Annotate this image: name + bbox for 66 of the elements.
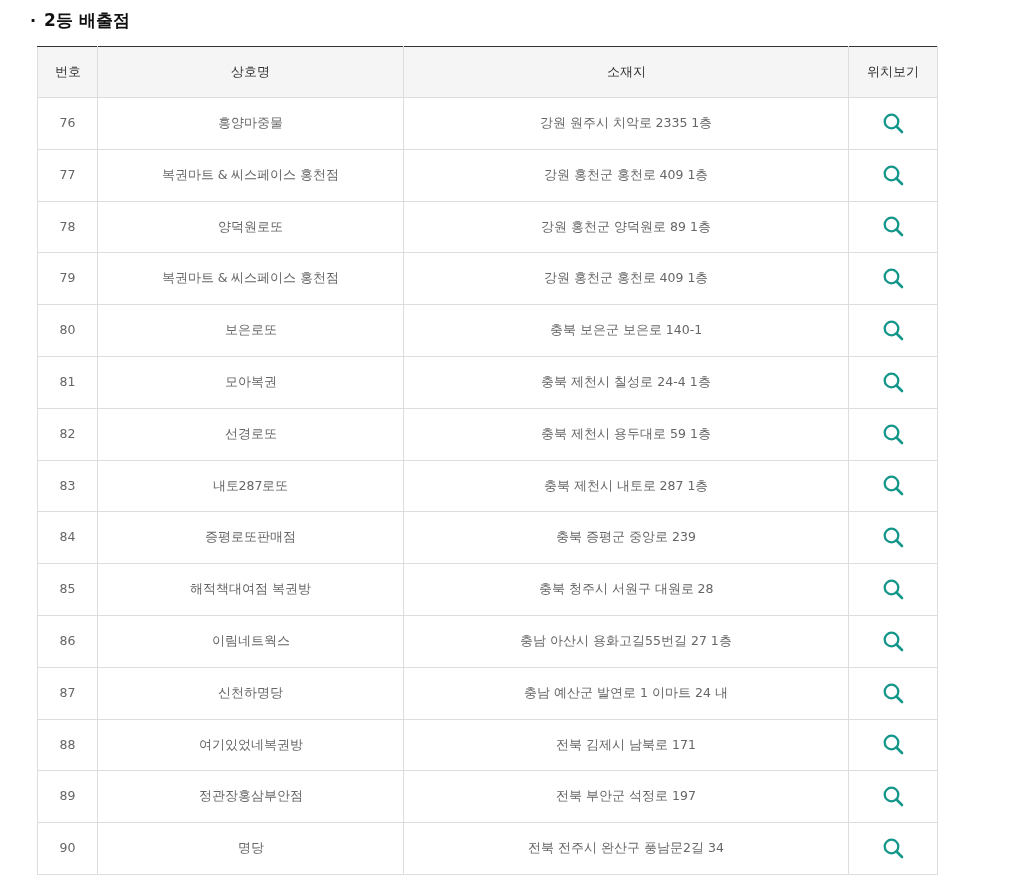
shop-name: 선경로또 (97, 408, 404, 461)
search-icon[interactable] (882, 371, 904, 393)
search-icon[interactable] (882, 423, 904, 445)
shop-address: 충북 증평군 중앙로 239 (403, 511, 849, 564)
search-icon[interactable] (882, 527, 904, 549)
shop-address: 전북 김제시 남북로 171 (403, 719, 849, 771)
column-header: 소재지 (403, 46, 849, 98)
search-icon[interactable] (882, 475, 904, 497)
search-icon[interactable] (882, 630, 904, 652)
title-bullet: · (30, 10, 37, 32)
row-number: 89 (37, 770, 98, 823)
shop-address: 충북 제천시 내토로 287 1층 (403, 460, 849, 512)
column-header: 위치보기 (848, 46, 938, 98)
search-icon[interactable] (882, 164, 904, 186)
row-number: 81 (37, 356, 98, 409)
shop-name: 정관장홍삼부안점 (97, 770, 404, 823)
shop-address: 강원 홍천군 홍천로 409 1층 (403, 149, 849, 202)
row-number: 84 (37, 511, 98, 564)
shop-address: 충북 제천시 용두대로 59 1층 (403, 408, 849, 461)
search-icon[interactable] (882, 734, 904, 756)
row-number: 88 (37, 719, 98, 771)
row-number: 87 (37, 667, 98, 720)
row-number: 83 (37, 460, 98, 512)
shop-name: 이림네트웍스 (97, 615, 404, 668)
shop-address: 충북 보은군 보은로 140-1 (403, 304, 849, 357)
shop-address: 전북 부안군 석정로 197 (403, 770, 849, 823)
shop-name: 내토287로또 (97, 460, 404, 512)
shop-name: 신천하명당 (97, 667, 404, 720)
row-number: 90 (37, 822, 98, 875)
search-icon[interactable] (882, 838, 904, 860)
shop-address: 충남 아산시 용화고길55번길 27 1층 (403, 615, 849, 668)
shop-address: 전북 전주시 완산구 풍남문2길 34 (403, 822, 849, 875)
column-header: 번호 (37, 46, 98, 98)
row-number: 78 (37, 201, 98, 253)
shop-address: 충북 제천시 칠성로 24-4 1층 (403, 356, 849, 409)
search-icon[interactable] (882, 112, 904, 134)
row-number: 77 (37, 149, 98, 202)
shop-address: 충남 예산군 발연로 1 이마트 24 내 (403, 667, 849, 720)
search-icon[interactable] (882, 682, 904, 704)
shop-name: 명당 (97, 822, 404, 875)
shop-name: 모아복권 (97, 356, 404, 409)
shop-address: 강원 홍천군 양덕원로 89 1층 (403, 201, 849, 253)
search-icon[interactable] (882, 268, 904, 290)
search-icon[interactable] (882, 579, 904, 601)
shop-address: 강원 홍천군 홍천로 409 1층 (403, 252, 849, 305)
shop-address: 충북 청주시 서원구 대원로 28 (403, 563, 849, 616)
shop-address: 강원 원주시 치악로 2335 1층 (403, 97, 849, 150)
row-number: 76 (37, 97, 98, 150)
shop-name: 증평로또판매점 (97, 511, 404, 564)
shop-name: 여기있었네복권방 (97, 719, 404, 771)
search-icon[interactable] (882, 786, 904, 808)
search-icon[interactable] (882, 320, 904, 342)
shop-name: 양덕원로또 (97, 201, 404, 253)
shop-name: 보은로또 (97, 304, 404, 357)
row-number: 79 (37, 252, 98, 305)
section-title: 2등 배출점 (44, 9, 130, 33)
search-icon[interactable] (882, 216, 904, 238)
shop-name: 복권마트 & 씨스페이스 홍천점 (97, 252, 404, 305)
row-number: 85 (37, 563, 98, 616)
row-number: 86 (37, 615, 98, 668)
row-number: 80 (37, 304, 98, 357)
shop-name: 해적책대여점 복권방 (97, 563, 404, 616)
shop-name: 복권마트 & 씨스페이스 홍천점 (97, 149, 404, 202)
row-number: 82 (37, 408, 98, 461)
shop-name: 흥양마중물 (97, 97, 404, 150)
column-header: 상호명 (97, 46, 404, 98)
